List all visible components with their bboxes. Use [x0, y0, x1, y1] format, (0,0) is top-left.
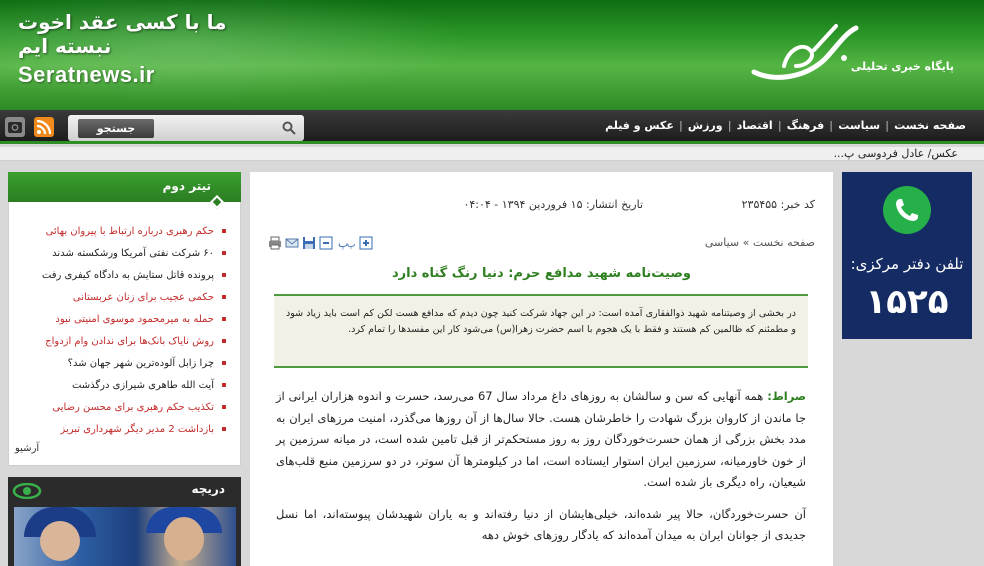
- news-ticker: عکس/ عادل فردوسی پ...: [0, 147, 984, 161]
- list-item[interactable]: بازداشت 2 مدیر دیگر شهرداری تبریز: [16, 419, 226, 441]
- headline-list: حکم رهبری درباره ارتباط با پیروان بهائی …: [16, 221, 226, 441]
- box-header: تیتر دوم: [8, 172, 241, 202]
- nav-separator: |: [727, 119, 732, 132]
- phone-label: تلفن دفتر مرکزی:: [850, 255, 964, 273]
- nav-item-politics[interactable]: سیاست: [834, 119, 884, 132]
- nav-separator: |: [678, 119, 683, 132]
- site-logo[interactable]: پایگاه خبری تحلیلی: [751, 20, 954, 90]
- box-title: تیتر دوم: [162, 179, 211, 193]
- nav-separator: |: [829, 119, 834, 132]
- nav-item-media[interactable]: عکس و فیلم: [601, 119, 678, 132]
- list-item[interactable]: تکذیب حکم رهبری برای محسن رضایی: [16, 397, 226, 419]
- email-icon[interactable]: [285, 236, 299, 250]
- list-item[interactable]: ۶۰ شرکت نفتی آمریکا ورشکسته شدند: [16, 243, 226, 265]
- article-panel: کد خبر: ۲۳۵۴۵۵ تاریخ انتشار: ۱۵ فروردین …: [250, 172, 833, 566]
- list-item[interactable]: حکمی عجیب برای زنان عربستانی: [16, 287, 226, 309]
- article-code: کد خبر: ۲۳۵۴۵۵: [741, 198, 815, 211]
- body-paragraph: صراط: همه آنهایی که سن و سالشان به روزها…: [276, 386, 806, 494]
- article-body: صراط: همه آنهایی که سن و سالشان به روزها…: [276, 386, 806, 557]
- phone-icon: [883, 186, 931, 234]
- site-header: ما با کسی عقد اخوت نبسته ایم Seratnews.i…: [0, 0, 984, 110]
- logo-subtitle: پایگاه خبری تحلیلی: [850, 60, 954, 73]
- list-item[interactable]: پرونده قاتل ستایش به دادگاه کیفری رفت: [16, 265, 226, 287]
- list-item[interactable]: آیت الله طاهری شیرازی درگذشت: [16, 375, 226, 397]
- body-lead-word: صراط:: [767, 389, 806, 403]
- list-item[interactable]: حمله به میرمحمود موسوی امنیتی نبود: [16, 309, 226, 331]
- ticker-text[interactable]: عکس/ عادل فردوسی پ...: [834, 147, 958, 160]
- article-meta: کد خبر: ۲۳۵۴۵۵ تاریخ انتشار: ۱۵ فروردین …: [250, 198, 833, 214]
- main-navbar: صفحه نخست | سیاست | فرهنگ | اقتصاد | ورز…: [0, 110, 984, 144]
- body-paragraph: آن حسرت‌خوردگان، حالا پیر شده‌اند، خیلی‌…: [276, 506, 806, 543]
- phone-ad-box[interactable]: تلفن دفتر مرکزی: ۱۵۲۵: [842, 172, 972, 339]
- nav-menu: صفحه نخست | سیاست | فرهنگ | اقتصاد | ورز…: [601, 119, 970, 132]
- article-headline: وصیت‌نامه شهید مدافع حرم: دنیا رنگ گناه …: [392, 266, 691, 281]
- nav-separator: |: [885, 119, 890, 132]
- list-item[interactable]: چرا زابل آلوده‌ترین شهر جهان شد؟: [16, 353, 226, 375]
- nav-item-economy[interactable]: اقتصاد: [733, 119, 777, 132]
- article-date: تاریخ انتشار: ۱۵ فروردین ۱۳۹۴ - ۰۴:۰۴: [463, 198, 643, 211]
- phone-number: ۱۵۲۵: [865, 282, 949, 322]
- zoom-in-icon[interactable]: [359, 236, 373, 250]
- photo-detail: [164, 517, 204, 561]
- article-tools: پ پ: [268, 236, 373, 250]
- eye-icon: [12, 483, 42, 499]
- header-slogan: ما با کسی عقد اخوت نبسته ایم: [18, 10, 227, 58]
- instagram-icon[interactable]: [5, 117, 25, 137]
- nav-item-sport[interactable]: ورزش: [684, 119, 727, 132]
- nav-separator: |: [777, 119, 782, 132]
- photo-detail: [40, 521, 80, 561]
- body-paragraph-text: همه آنهایی که سن و سالشان به روزهای داغ …: [276, 389, 806, 489]
- box-title: دریچه: [191, 482, 226, 496]
- serat-logo-icon: [751, 24, 859, 80]
- list-item[interactable]: حکم رهبری درباره ارتباط با پیروان بهائی: [16, 221, 226, 243]
- print-icon[interactable]: [268, 236, 282, 250]
- window-box: دریچه: [8, 477, 241, 566]
- svg-text:پ: پ: [347, 240, 355, 250]
- site-url[interactable]: Seratnews.ir: [18, 62, 155, 88]
- rss-icon[interactable]: [34, 117, 54, 137]
- nav-item-culture[interactable]: فرهنگ: [783, 119, 828, 132]
- featured-photo[interactable]: [14, 507, 236, 566]
- save-icon[interactable]: [302, 236, 316, 250]
- article-lead: در بخشی از وصیتنامه شهید ذوالفقاری آمده …: [274, 294, 808, 368]
- zoom-out-icon[interactable]: [319, 236, 333, 250]
- nav-item-home[interactable]: صفحه نخست: [890, 119, 970, 132]
- search-icon[interactable]: [282, 121, 296, 135]
- list-item[interactable]: روش نایاک بانک‌ها برای ندادن وام ازدواج: [16, 331, 226, 353]
- second-headlines-box: تیتر دوم حکم رهبری درباره ارتباط با پیرو…: [8, 172, 241, 466]
- archive-link[interactable]: آرشیو: [15, 443, 39, 454]
- search-input[interactable]: جستجو: [68, 115, 304, 141]
- search-button[interactable]: جستجو: [78, 119, 154, 138]
- font-size-icon[interactable]: پ پ: [336, 236, 356, 250]
- breadcrumb[interactable]: صفحه نخست » سیاسی: [705, 236, 815, 249]
